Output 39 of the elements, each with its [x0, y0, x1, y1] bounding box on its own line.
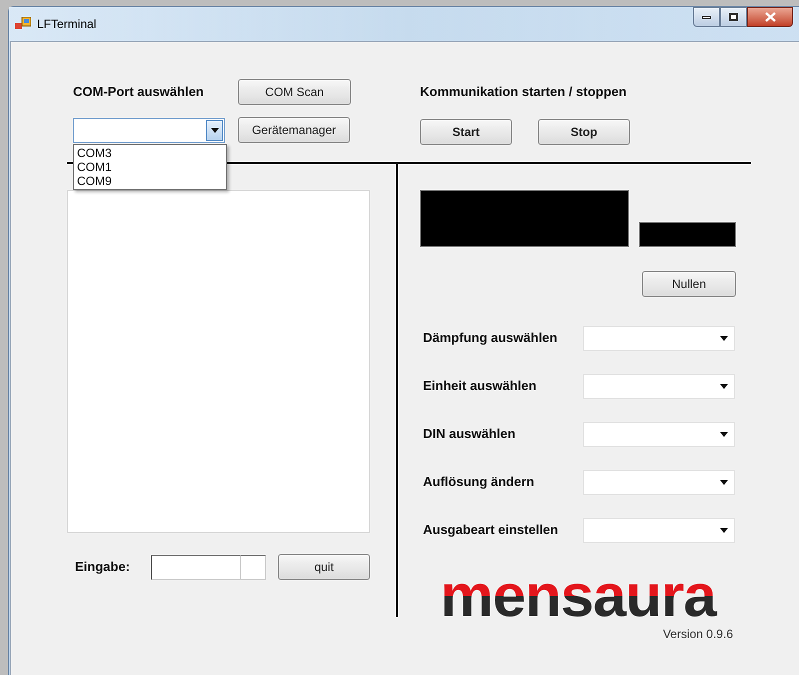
com-scan-button[interactable]: COM Scan [238, 79, 351, 105]
setting-dropdown[interactable] [583, 326, 735, 350]
caret-icon [719, 335, 728, 341]
setting-label: Dämpfung auswählen [422, 329, 558, 348]
com-port-dropdown[interactable] [73, 118, 225, 142]
com-port-label: COM-Port auswählen [73, 83, 205, 102]
caret-icon [719, 479, 728, 485]
dropdown-option[interactable]: COM3 [74, 146, 226, 160]
communication-label: Kommunikation starten / stoppen [420, 83, 627, 102]
stop-button[interactable]: Stop [538, 119, 630, 145]
caret-icon [719, 527, 728, 533]
setting-label: DIN auswählen [422, 425, 516, 444]
setting-dropdown[interactable] [583, 470, 735, 494]
close-button[interactable] [747, 7, 793, 27]
window-title: LFTerminal [37, 16, 96, 33]
setting-label: Einheit auswählen [422, 377, 538, 396]
setting-dropdown[interactable] [583, 422, 735, 446]
setting-label: Auflösung ändern [422, 473, 536, 492]
input-label: Eingabe: [75, 558, 131, 576]
setting-dropdown[interactable] [583, 374, 735, 398]
start-button[interactable]: Start [420, 119, 512, 145]
close-icon [764, 12, 776, 22]
setting-dropdown[interactable] [583, 518, 735, 542]
input-field[interactable] [151, 554, 241, 580]
app-icon [15, 17, 31, 31]
dropdown-option[interactable]: COM1 [74, 160, 226, 174]
minimize-button[interactable] [693, 7, 720, 27]
caret-icon [719, 383, 728, 389]
version-label: Version 0.9.6 [662, 626, 733, 643]
caret-icon [719, 431, 728, 437]
output-text-area[interactable] [67, 190, 370, 533]
maximize-button[interactable] [720, 7, 747, 27]
setting-label: Ausgabeart einstellen [422, 521, 560, 540]
nullen-button[interactable]: Nullen [642, 271, 736, 297]
caret-icon [206, 120, 223, 140]
dropdown-option[interactable]: COM9 [74, 174, 226, 188]
field-segment [241, 554, 266, 580]
quit-button[interactable]: quit [278, 554, 370, 580]
device-manager-button[interactable]: Gerätemanager [238, 117, 350, 143]
